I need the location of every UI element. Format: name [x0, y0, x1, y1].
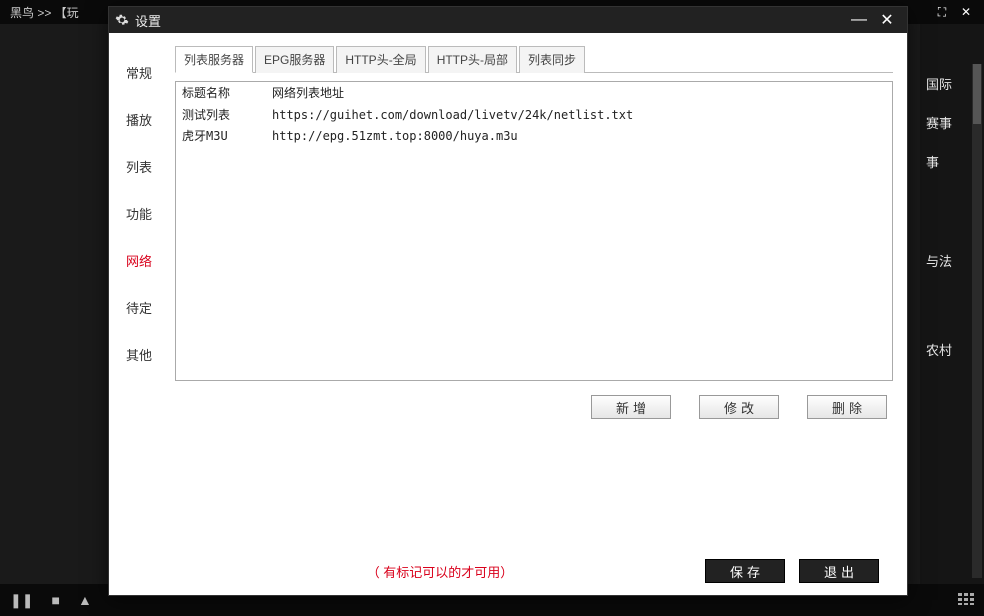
dialog-titlebar: 设置 — ✕ — [109, 7, 907, 33]
row-url: https://guihet.com/download/livetv/24k/n… — [266, 104, 892, 126]
close-icon[interactable]: ✕ — [873, 9, 901, 31]
nav-item-other[interactable]: 其他 — [109, 337, 169, 384]
tab-epg-server[interactable]: EPG服务器 — [255, 46, 334, 73]
bg-app-title: 黑鸟 >> 【玩 — [10, 4, 79, 21]
dialog-footer: （ 有标记可以的才可用） 保存 退出 — [175, 553, 893, 589]
stop-icon[interactable]: ■ — [51, 592, 59, 608]
server-list-table[interactable]: 标题名称 网络列表地址 测试列表 https://guihet.com/down… — [175, 81, 893, 381]
settings-tabs: 列表服务器 EPG服务器 HTTP头-全局 HTTP头-局部 列表同步 — [175, 45, 893, 73]
footer-note: （ 有标记可以的才可用） — [189, 562, 691, 581]
settings-left-nav: 常规 播放 列表 功能 网络 待定 其他 — [109, 33, 169, 595]
add-button[interactable]: 新增 — [591, 395, 671, 419]
table-row[interactable]: 虎牙M3U http://epg.51zmt.top:8000/huya.m3u — [176, 125, 892, 146]
save-button[interactable]: 保存 — [705, 559, 785, 583]
nav-item-list[interactable]: 列表 — [109, 149, 169, 196]
nav-item-function[interactable]: 功能 — [109, 196, 169, 243]
eject-icon[interactable]: ▲ — [78, 592, 92, 608]
dialog-title: 设置 — [135, 11, 161, 30]
bg-fullscreen-icon[interactable]: ⛶ — [930, 2, 954, 22]
nav-item-network[interactable]: 网络 — [109, 243, 169, 290]
nav-item-general[interactable]: 常规 — [109, 55, 169, 102]
settings-main: 列表服务器 EPG服务器 HTTP头-全局 HTTP头-局部 列表同步 标题名称… — [169, 33, 907, 595]
delete-button[interactable]: 删除 — [807, 395, 887, 419]
row-name: 虎牙M3U — [176, 125, 266, 146]
exit-button[interactable]: 退出 — [799, 559, 879, 583]
column-header-title[interactable]: 标题名称 — [176, 82, 266, 104]
minimize-icon[interactable]: — — [845, 9, 873, 31]
tab-http-local[interactable]: HTTP头-局部 — [428, 46, 517, 73]
grid-view-icon[interactable] — [958, 592, 974, 608]
gear-icon — [115, 13, 129, 27]
tab-list-server[interactable]: 列表服务器 — [175, 46, 253, 73]
nav-item-pending[interactable]: 待定 — [109, 290, 169, 337]
tab-http-global[interactable]: HTTP头-全局 — [336, 46, 425, 73]
table-row[interactable]: 测试列表 https://guihet.com/download/livetv/… — [176, 104, 892, 126]
bg-close-icon[interactable]: ✕ — [954, 2, 978, 22]
row-url: http://epg.51zmt.top:8000/huya.m3u — [266, 125, 892, 146]
row-name: 测试列表 — [176, 104, 266, 126]
edit-button[interactable]: 修改 — [699, 395, 779, 419]
nav-item-playback[interactable]: 播放 — [109, 102, 169, 149]
pause-icon[interactable]: ❚❚ — [10, 592, 33, 609]
column-header-url[interactable]: 网络列表地址 — [266, 82, 892, 104]
bg-sidebar-scrollbar[interactable] — [972, 64, 982, 578]
action-button-row: 新增 修改 删除 — [175, 381, 893, 419]
tab-list-sync[interactable]: 列表同步 — [519, 46, 585, 73]
bg-right-sidebar: 国际 赛事 事 与法 农村 — [920, 24, 984, 584]
settings-dialog: 设置 — ✕ 常规 播放 列表 功能 网络 待定 其他 列表服务器 EPG服务器… — [108, 6, 908, 596]
